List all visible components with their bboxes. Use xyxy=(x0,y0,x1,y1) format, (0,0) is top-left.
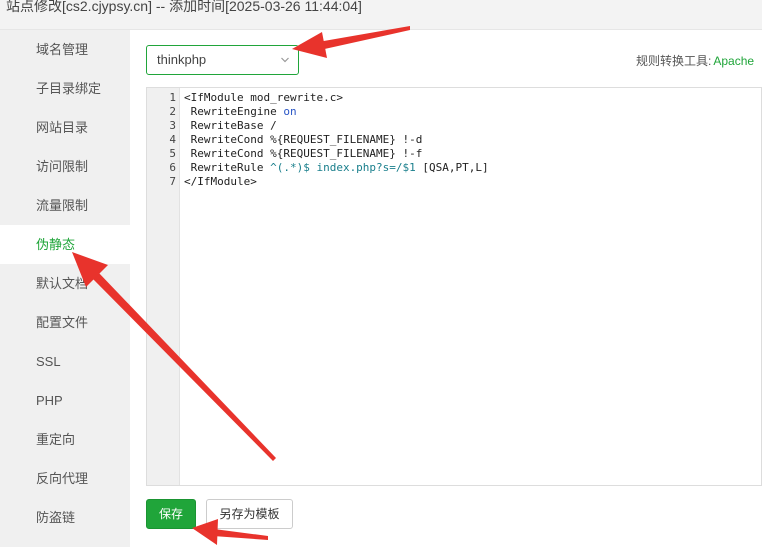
line-text: RewriteEngine on xyxy=(184,105,297,118)
line-text: RewriteCond %{REQUEST_FILENAME} !-f xyxy=(184,147,423,160)
code-line: 1 <IfModule mod_rewrite.c> xyxy=(147,91,761,105)
code-line: 5 RewriteCond %{REQUEST_FILENAME} !-f xyxy=(147,147,761,161)
sidebar-item-default-document[interactable]: 默认文档 xyxy=(0,264,130,303)
code-line: 3 RewriteBase / xyxy=(147,119,761,133)
line-number: 7 xyxy=(169,175,176,188)
line-text: RewriteCond %{REQUEST_FILENAME} !-d xyxy=(184,133,423,146)
sidebar-item-reverse-proxy[interactable]: 反向代理 xyxy=(0,459,130,498)
code-line: 2 RewriteEngine on xyxy=(147,105,761,119)
sidebar-item-rewrite[interactable]: 伪静态 xyxy=(0,225,130,264)
sidebar-item-label: 配置文件 xyxy=(36,315,89,330)
sidebar-item-label: 子目录绑定 xyxy=(36,81,102,96)
sidebar-item-php[interactable]: PHP xyxy=(0,381,130,420)
rule-converter-link[interactable]: Apache xyxy=(713,54,754,68)
line-text: </IfModule> xyxy=(184,175,257,188)
sidebar-item-label: 反向代理 xyxy=(36,471,89,486)
line-number: 6 xyxy=(169,161,176,174)
sidebar-item-label: PHP xyxy=(36,393,63,408)
sidebar-item-domain[interactable]: 域名管理 xyxy=(0,30,130,69)
sidebar-item-label: 重定向 xyxy=(36,432,76,447)
save-as-template-button[interactable]: 另存为模板 xyxy=(206,499,293,529)
sidebar-item-redirect[interactable]: 重定向 xyxy=(0,420,130,459)
code-line: 7 </IfModule> xyxy=(147,175,761,189)
rewrite-template-value: thinkphp xyxy=(157,52,207,67)
window-title: 站点修改[cs2.cjypsy.cn] -- 添加时间[2025-03-26 1… xyxy=(6,0,362,14)
code-editor[interactable]: 1 <IfModule mod_rewrite.c> 2 RewriteEngin… xyxy=(146,87,762,486)
sidebar-item-label: 访问限制 xyxy=(36,159,89,174)
line-number: 1 xyxy=(169,91,176,104)
line-number: 5 xyxy=(169,147,176,160)
chevron-down-icon xyxy=(281,57,289,63)
window-title-bar: 站点修改[cs2.cjypsy.cn] -- 添加时间[2025-03-26 1… xyxy=(0,0,762,30)
sidebar-item-hotlink-protection[interactable]: 防盗链 xyxy=(0,498,130,537)
sidebar-item-label: 伪静态 xyxy=(36,237,76,252)
code-lines: 1 <IfModule mod_rewrite.c> 2 RewriteEngin… xyxy=(147,91,761,189)
sidebar-item-config-file[interactable]: 配置文件 xyxy=(0,303,130,342)
sidebar-item-ssl[interactable]: SSL xyxy=(0,342,130,381)
rule-converter-text: 规则转换工具: xyxy=(636,54,712,68)
line-text: RewriteRule ^(.*)$ index.php?s=/$1 [QSA,… xyxy=(184,161,489,174)
rule-converter-label: 规则转换工具: Apache xyxy=(636,52,754,69)
sidebar-item-label: 防盗链 xyxy=(36,510,76,525)
main-panel: thinkphp 规则转换工具: Apache 1 <IfModule mod_re… xyxy=(130,30,762,547)
line-number: 4 xyxy=(169,133,176,146)
sidebar-item-access-limit[interactable]: 访问限制 xyxy=(0,147,130,186)
sidebar-item-label: 域名管理 xyxy=(36,42,89,57)
sidebar-item-label: 网站目录 xyxy=(36,120,89,135)
line-text: <IfModule mod_rewrite.c> xyxy=(184,91,343,104)
line-text: RewriteBase / xyxy=(184,119,277,132)
save-button[interactable]: 保存 xyxy=(146,499,196,529)
sidebar-item-site-directory[interactable]: 网站目录 xyxy=(0,108,130,147)
rewrite-template-select[interactable]: thinkphp xyxy=(146,45,299,75)
line-number: 2 xyxy=(169,105,176,118)
sidebar-item-traffic-limit[interactable]: 流量限制 xyxy=(0,186,130,225)
sidebar-item-label: 流量限制 xyxy=(36,198,89,213)
code-line: 4 RewriteCond %{REQUEST_FILENAME} !-d xyxy=(147,133,761,147)
line-number: 3 xyxy=(169,119,176,132)
sidebar: 域名管理 子目录绑定 网站目录 访问限制 流量限制 伪静态 默认文档 配置文件 … xyxy=(0,30,130,547)
sidebar-item-label: 默认文档 xyxy=(36,276,89,291)
sidebar-item-subdir-binding[interactable]: 子目录绑定 xyxy=(0,69,130,108)
code-line: 6 RewriteRule ^(.*)$ index.php?s=/$1 [QS… xyxy=(147,161,761,175)
sidebar-item-label: SSL xyxy=(36,354,61,369)
